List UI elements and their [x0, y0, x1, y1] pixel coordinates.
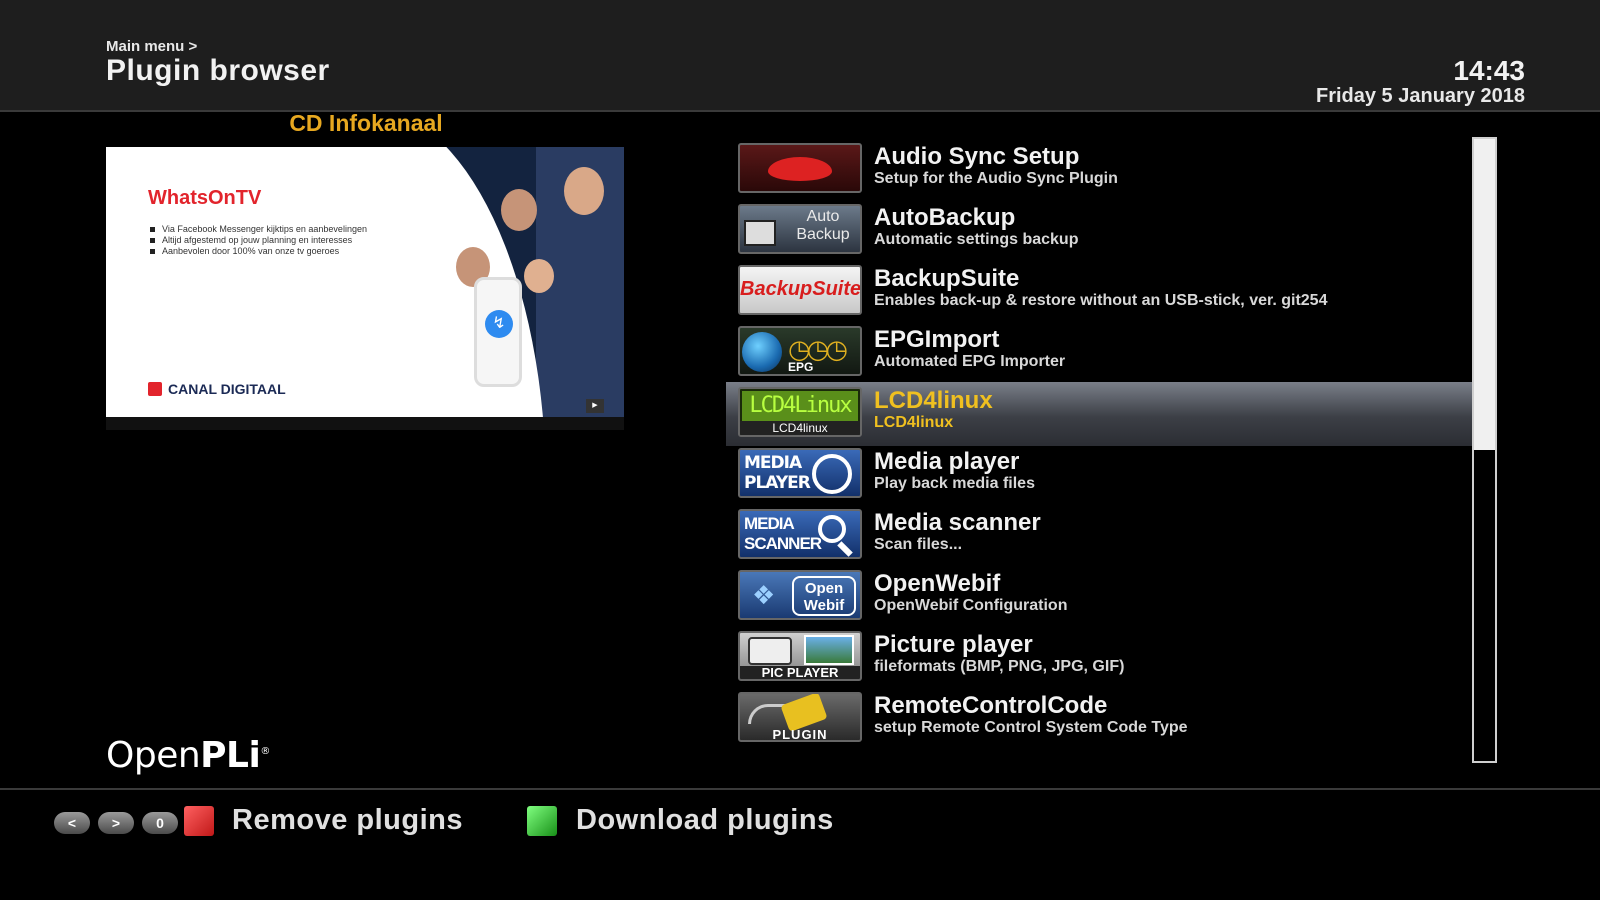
promo-bullet: Aanbevolen door 100% van onze tv goeroes: [148, 246, 367, 257]
plugin-description: Automated EPG Importer: [874, 353, 1066, 370]
plugin-description: Enables back-up & restore without an USB…: [874, 292, 1328, 309]
plugin-item-lcd4linux[interactable]: LCD4Linux LCD4linux LCD4linux LCD4linux: [726, 382, 1496, 446]
pic-player-icon: PIC PLAYER: [738, 631, 862, 681]
lips-icon: [738, 143, 862, 193]
openpli-logo: OpenPLi®: [106, 735, 270, 776]
key-left-button[interactable]: <: [54, 812, 90, 834]
promo-bullet: Altijd afgestemd op jouw planning en int…: [148, 235, 367, 246]
epg-globe-icon: ◷◷◷ EPG: [738, 326, 862, 376]
plugin-description: Scan files...: [874, 536, 963, 553]
plugin-name: RemoteControlCode: [874, 692, 1108, 719]
registered-mark-icon: ®: [260, 746, 270, 757]
icon-label: PIC PLAYER: [740, 666, 860, 679]
plugin-item-remotecontrolcode[interactable]: PLUGIN RemoteControlCode setup Remote Co…: [738, 689, 1496, 751]
canal-digitaal-icon: [148, 382, 162, 396]
scrollbar-thumb[interactable]: [1474, 139, 1495, 450]
icon-label: Auto Backup: [796, 208, 850, 243]
plugin-name: Picture player: [874, 631, 1033, 658]
icon-label: EPG: [788, 360, 814, 374]
channel-name: CD Infokanaal: [289, 110, 443, 136]
icon-label: Open Webif: [792, 576, 856, 616]
preview-footer-strip: [106, 417, 624, 430]
icon-screen-text: LCD4Linux: [742, 391, 858, 421]
plugin-name: Media player: [874, 448, 1020, 475]
person-head: [524, 259, 554, 293]
clock-time: 14:43: [1453, 55, 1525, 86]
auto-backup-icon: Auto Backup: [738, 204, 862, 254]
key-right-button[interactable]: >: [98, 812, 134, 834]
promo-bullet: Via Facebook Messenger kijktips en aanbe…: [148, 224, 367, 235]
green-key-icon[interactable]: [527, 806, 557, 836]
red-key-icon[interactable]: [184, 806, 214, 836]
person-head: [501, 189, 537, 231]
clock-date: Friday 5 January 2018: [1315, 85, 1525, 107]
promo-bullets: Via Facebook Messenger kijktips en aanbe…: [148, 224, 367, 257]
breadcrumb[interactable]: Main menu >: [106, 38, 197, 55]
plugin-item-backupsuite[interactable]: BackupSuite BackupSuite Enables back-up …: [738, 262, 1496, 324]
plugin-name: BackupSuite: [874, 265, 1020, 292]
plugin-description: Setup for the Audio Sync Plugin: [874, 170, 1118, 187]
plugin-name: EPGImport: [874, 326, 1000, 353]
logo-text-a: Open: [106, 735, 201, 776]
plugin-description: setup Remote Control System Code Type: [874, 719, 1188, 736]
logo-text-b: PLi: [200, 735, 261, 776]
slide-number-icon: ▶: [586, 399, 604, 413]
media-player-icon: MEDIA PLAYER: [738, 448, 862, 498]
plugin-name: AutoBackup: [874, 204, 1016, 231]
icon-label: MEDIA SCANNER: [744, 514, 822, 553]
footer-bar: < > 0 Remove plugins Download plugins: [0, 788, 1600, 900]
messenger-icon: ↯: [485, 310, 513, 338]
backupsuite-icon: BackupSuite: [738, 265, 862, 315]
icon-label: LCD4linux: [740, 421, 860, 435]
plugin-description: OpenWebif Configuration: [874, 597, 1068, 614]
plugin-item-audio-sync-setup[interactable]: Audio Sync Setup Setup for the Audio Syn…: [738, 140, 1496, 202]
plugin-icon: PLUGIN: [738, 692, 862, 742]
person-head: [564, 167, 604, 215]
plugin-item-picture-player[interactable]: PIC PLAYER Picture player fileformats (B…: [738, 628, 1496, 690]
brand-name: CANAL DIGITAAL: [168, 381, 286, 397]
scrollbar[interactable]: [1472, 137, 1497, 763]
family-photo: [446, 167, 616, 327]
plugin-item-media-player[interactable]: MEDIA PLAYER Media player Play back medi…: [738, 445, 1496, 507]
remove-plugins-button[interactable]: Remove plugins: [232, 804, 463, 837]
openwebif-icon: ❖ Open Webif: [738, 570, 862, 620]
plugin-item-media-scanner[interactable]: MEDIA SCANNER Media scanner Scan files..…: [738, 506, 1496, 568]
plugin-name: LCD4linux: [874, 387, 993, 414]
icon-label: MEDIA PLAYER: [744, 453, 811, 493]
brand-logo: CANAL DIGITAAL: [148, 381, 286, 397]
media-scanner-icon: MEDIA SCANNER: [738, 509, 862, 559]
plugin-description: LCD4linux: [874, 414, 954, 431]
plugin-item-autobackup[interactable]: Auto Backup AutoBackup Automatic setting…: [738, 201, 1496, 263]
plugin-description: Automatic settings backup: [874, 231, 1079, 248]
plugin-list[interactable]: Audio Sync Setup Setup for the Audio Syn…: [726, 140, 1496, 764]
plugin-item-openwebif[interactable]: ❖ Open Webif OpenWebif OpenWebif Configu…: [738, 567, 1496, 629]
plugin-item-epgimport[interactable]: ◷◷◷ EPG EPGImport Automated EPG Importer: [738, 323, 1496, 385]
plugin-name: OpenWebif: [874, 570, 1001, 597]
key-zero-button[interactable]: 0: [142, 812, 178, 834]
icon-label: BackupSuite: [740, 278, 862, 300]
download-plugins-button[interactable]: Download plugins: [576, 804, 834, 837]
plugin-name: Media scanner: [874, 509, 1041, 536]
plugin-name: Audio Sync Setup: [874, 143, 1080, 170]
lcd4linux-icon: LCD4Linux LCD4linux: [738, 387, 862, 437]
plugin-description: fileformats (BMP, PNG, JPG, GIF): [874, 658, 1125, 675]
header-bar: Main menu > Plugin browser 14:43 Friday …: [0, 0, 1600, 112]
icon-label: PLUGIN: [772, 727, 828, 742]
tv-preview: WhatsOnTV Via Facebook Messenger kijktip…: [106, 147, 624, 430]
promo-title: WhatsOnTV: [148, 187, 262, 209]
plugin-description: Play back media files: [874, 475, 1035, 492]
phone-graphic: ↯: [474, 277, 522, 387]
page-title: Plugin browser: [106, 54, 330, 87]
